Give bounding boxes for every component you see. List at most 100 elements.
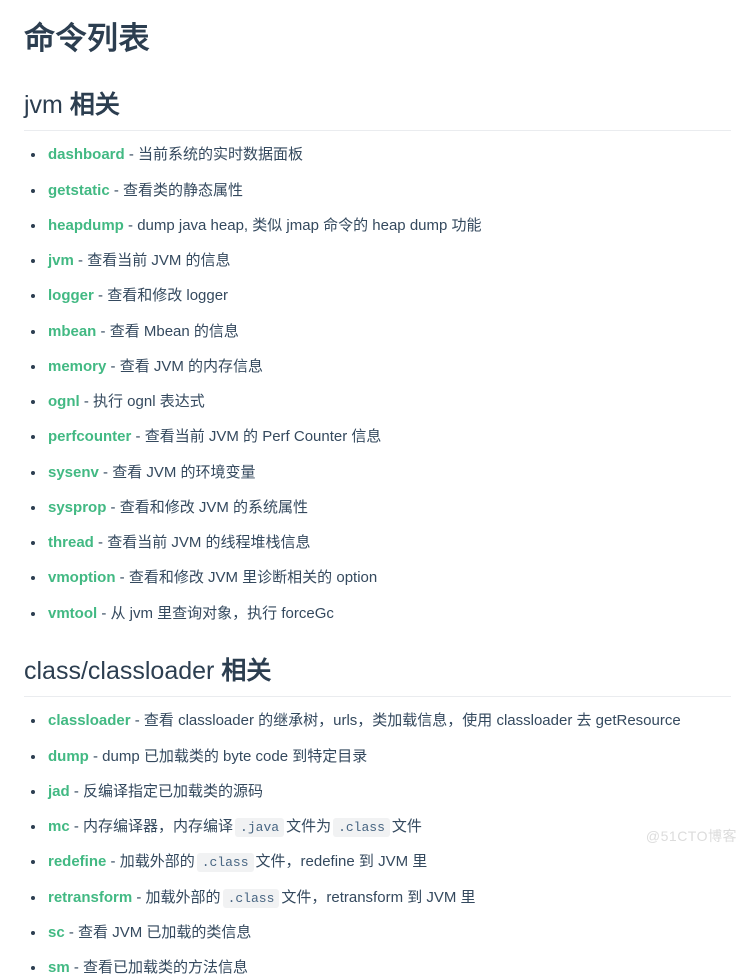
list-item: sm - 查看已加载类的方法信息 [24,956,731,979]
command-description: 查看 JVM 的环境变量 [112,463,256,481]
separator-dash: - [128,146,134,164]
list-item: thread - 查看当前 JVM 的线程堆栈信息 [24,531,731,554]
command-description: 查看 JVM 已加载的类信息 [78,923,252,941]
watermark: @51CTO博客 [645,828,737,844]
command-description: 查看类的静态属性 [123,181,244,199]
command-description: 查看和修改 logger [107,287,229,305]
command-link-perfcounter[interactable]: perfcounter [48,428,131,445]
command-link-vmoption[interactable]: vmoption [48,569,116,586]
list-item: mc - 内存编译器，内存编译 .java 文件为 .class 文件 [24,815,731,838]
list-item: sysprop - 查看和修改 JVM 的系统属性 [24,496,731,519]
command-link-ognl[interactable]: ognl [48,393,80,410]
separator-dash: - [119,569,125,587]
command-description: dump 已加载类的 byte code 到特定目录 [102,747,368,765]
command-list: classloader - 查看 classloader 的继承树，urls，类… [24,709,731,979]
separator-dash: - [73,782,79,800]
command-link-jvm[interactable]: jvm [48,252,74,269]
command-link-sysenv[interactable]: sysenv [48,464,99,481]
command-link-mbean[interactable]: mbean [48,323,96,340]
command-link-logger[interactable]: logger [48,287,94,304]
inline-code: .java [235,818,285,837]
separator-dash: - [136,888,142,906]
command-description: 查看和修改 JVM 的系统属性 [119,498,309,516]
separator-dash: - [83,393,89,410]
command-link-sc[interactable]: sc [48,924,65,941]
separator-dash: - [135,428,141,446]
command-link-dump[interactable]: dump [48,748,89,765]
section-heading: class/classloader 相关 [24,655,731,698]
command-link-heapdump[interactable]: heapdump [48,217,124,234]
command-description: 从 jvm 里查询对象，执行 forceGc [110,604,334,622]
command-link-mc[interactable]: mc [48,818,70,835]
list-item: memory - 查看 JVM 的内存信息 [24,355,731,378]
list-item: retransform - 加载外部的 .class 文件，retransform … [24,886,731,909]
list-item: dashboard - 当前系统的实时数据面板 [24,143,731,166]
list-item: getstatic - 查看类的静态属性 [24,179,731,202]
command-link-classloader[interactable]: classloader [48,712,131,729]
list-item: sysenv - 查看 JVM 的环境变量 [24,461,731,484]
command-link-retransform[interactable]: retransform [48,889,132,906]
command-description: 查看当前 JVM 的 Perf Counter 信息 [144,428,382,446]
command-description: 文件，redefine 到 JVM 里 [255,853,428,871]
command-description: 文件为 [286,818,332,835]
separator-dash: - [68,923,74,941]
sections-container: jvm 相关 dashboard - 当前系统的实时数据面板 getstatic -… [24,89,731,979]
list-item: heapdump - dump java heap, 类似 jmap 命令的 h… [24,214,731,237]
separator-dash: - [98,534,104,551]
list-item: sc - 查看 JVM 已加载的类信息 [24,921,731,944]
command-description: 查看当前 JVM 的线程堆栈信息 [107,534,311,551]
page-title: 命令列表 [24,21,150,56]
list-item: dump - dump 已加载类的 byte code 到特定目录 [24,745,731,768]
command-description: 加载外部的 [119,853,195,871]
command-description: 内存编译器，内存编译 [83,818,234,835]
inline-code: .class [333,818,390,837]
command-description: dump java heap, 类似 jmap 命令的 heap dump 功能 [137,216,482,234]
command-description: 查看 JVM 的内存信息 [119,357,264,375]
separator-dash: - [113,181,119,199]
list-item: vmtool - 从 jvm 里查询对象，执行 forceGc [24,602,731,625]
section-heading-latin: jvm [24,90,63,119]
command-description: 查看 classloader 的继承树，urls，类加载信息，使用 classl… [143,712,681,730]
command-description: 当前系统的实时数据面板 [138,146,304,164]
separator-dash: - [128,216,134,234]
command-link-getstatic[interactable]: getstatic [48,182,110,199]
separator-dash: - [134,712,140,730]
command-list: dashboard - 当前系统的实时数据面板 getstatic - 查看类的静… [24,143,731,625]
section-heading: jvm 相关 [24,89,731,132]
command-section: jvm 相关 dashboard - 当前系统的实时数据面板 getstatic -… [24,89,731,625]
list-item: vmoption - 查看和修改 JVM 里诊断相关的 option [24,566,731,589]
separator-dash: - [98,287,104,305]
separator-dash: - [110,357,116,375]
command-description: 查看和修改 JVM 里诊断相关的 option [128,569,378,587]
command-link-jad[interactable]: jad [48,783,70,800]
list-item: jvm - 查看当前 JVM 的信息 [24,249,731,272]
separator-dash: - [78,252,84,269]
command-link-vmtool[interactable]: vmtool [48,605,97,622]
command-link-sm[interactable]: sm [48,959,70,976]
command-link-thread[interactable]: thread [48,534,94,551]
list-item: mbean - 查看 Mbean 的信息 [24,320,731,343]
command-description: 文件 [391,818,422,835]
list-item: jad - 反编译指定已加载类的源码 [24,780,731,803]
list-item: perfcounter - 查看当前 JVM 的 Perf Counter 信息 [24,425,731,448]
command-description: 加载外部的 [145,888,221,906]
separator-dash: - [93,747,98,765]
command-link-sysprop[interactable]: sysprop [48,499,106,516]
list-item: logger - 查看和修改 logger [24,284,731,307]
command-link-memory[interactable]: memory [48,358,106,375]
separator-dash: - [73,959,79,976]
command-description: 查看 Mbean 的信息 [109,322,239,340]
separator-dash: - [101,604,107,622]
command-description: 查看当前 JVM 的信息 [87,252,231,269]
command-description: 文件，retransform 到 JVM 里 [281,888,476,906]
command-section: class/classloader 相关 classloader - 查看 cla… [24,655,731,979]
inline-code: .class [222,888,280,908]
command-description: 反编译指定已加载类的源码 [83,782,264,800]
command-link-redefine[interactable]: redefine [48,853,106,870]
command-description: 查看已加载类的方法信息 [83,959,249,976]
command-description: 执行 ognl 表达式 [93,393,205,410]
command-link-dashboard[interactable]: dashboard [48,146,125,163]
separator-dash: - [110,498,116,516]
inline-code: .class [196,853,254,873]
section-heading-latin: class/classloader [24,656,215,685]
